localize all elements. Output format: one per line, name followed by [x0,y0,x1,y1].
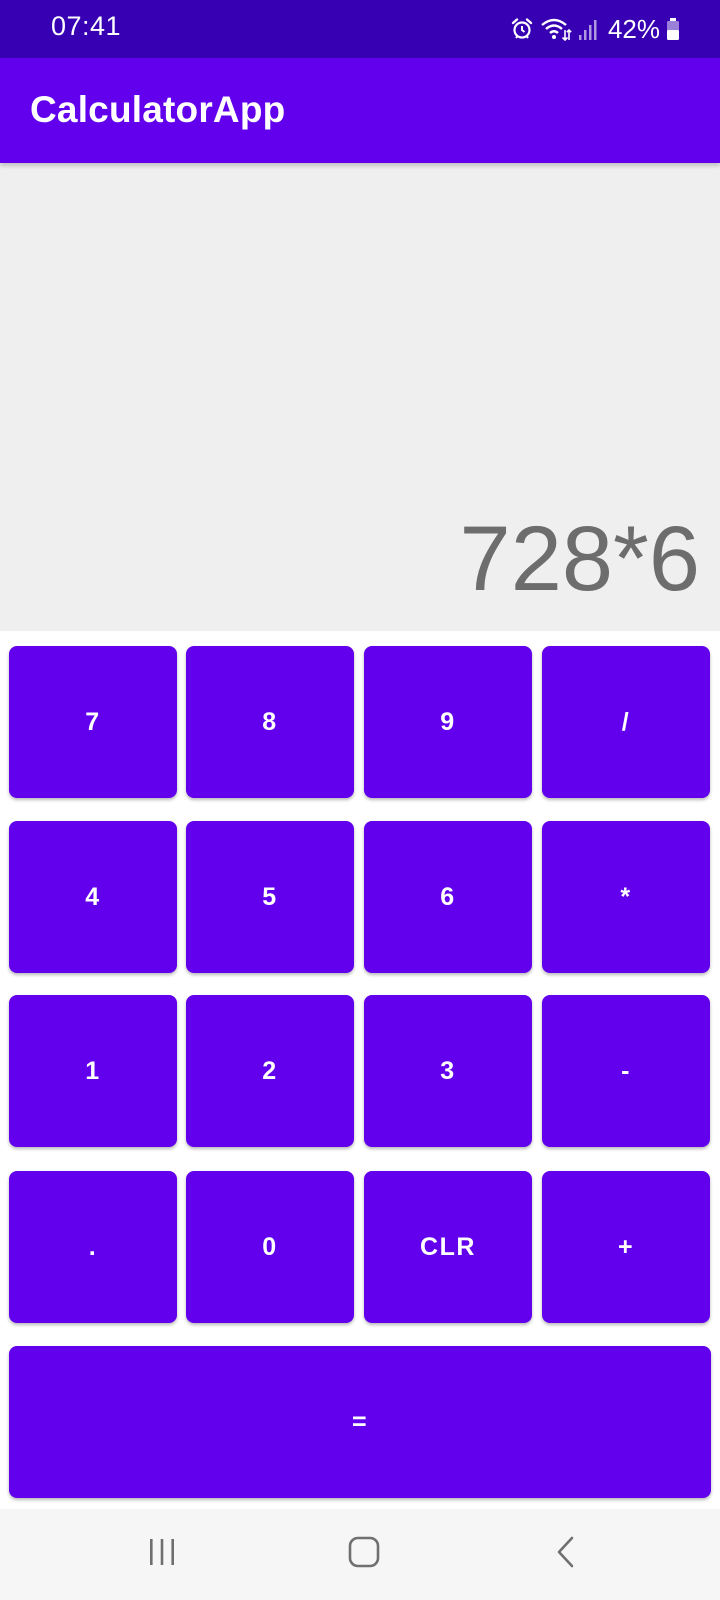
key-0[interactable]: 0 [186,1171,354,1323]
keypad: 7 8 9 / 4 5 6 * 1 2 3 - . 0 CLR + = [0,631,720,1509]
key-1[interactable]: 1 [9,995,177,1147]
wifi-icon [540,16,572,42]
key-plus[interactable]: + [542,1171,710,1323]
app-title: CalculatorApp [30,89,286,130]
key-6[interactable]: 6 [364,821,532,973]
equals-button[interactable]: = [9,1346,711,1498]
back-icon [554,1535,578,1574]
key-divide[interactable]: / [542,646,710,798]
key-9[interactable]: 9 [364,646,532,798]
key-8[interactable]: 8 [186,646,354,798]
key-7[interactable]: 7 [9,646,177,798]
key-2[interactable]: 2 [186,995,354,1147]
key-decimal[interactable]: . [9,1171,177,1323]
home-button[interactable] [334,1529,394,1579]
back-button[interactable] [536,1529,596,1579]
status-time: 07:41 [51,11,122,41]
signal-icon [578,17,600,41]
recent-apps-icon [146,1537,178,1572]
key-5[interactable]: 5 [186,821,354,973]
alarm-icon [510,17,534,41]
system-nav-bar [0,1509,720,1600]
clear-button[interactable]: CLR [364,1171,532,1323]
recent-apps-button[interactable] [132,1529,192,1579]
key-3[interactable]: 3 [364,995,532,1147]
app-bar: CalculatorApp [0,58,720,163]
status-icons: 42% [510,10,680,48]
home-icon [347,1535,381,1574]
display-expression: 728*6 [459,508,700,610]
battery-icon [666,17,680,41]
status-bar: 07:41 42% [0,0,720,58]
calculator-display: 728*6 [0,163,720,631]
battery-percent: 42% [607,13,660,44]
key-minus[interactable]: - [542,995,710,1147]
key-4[interactable]: 4 [9,821,177,973]
key-multiply[interactable]: * [542,821,710,973]
